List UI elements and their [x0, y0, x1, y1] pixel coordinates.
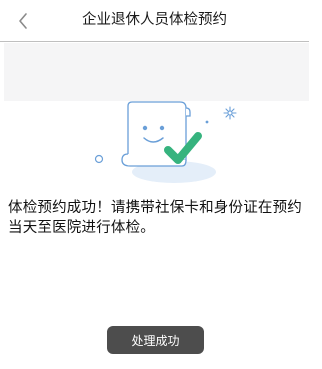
header-band	[4, 43, 309, 101]
page-title: 企业退休人员体检预约	[82, 12, 227, 28]
document-success-illustration	[94, 101, 237, 183]
success-message: 体检预约成功！请携带社保卡和身份证在预约当天至医院进行体检。	[8, 200, 302, 236]
app-screen: 企业退休人员体检预约 体检预约成功！请携带社保卡和身份证在预约当天至医院进行体检…	[0, 0, 322, 369]
nav-bar: 企业退休人员体检预约	[0, 0, 309, 42]
toast-message: 处理成功	[107, 326, 204, 354]
